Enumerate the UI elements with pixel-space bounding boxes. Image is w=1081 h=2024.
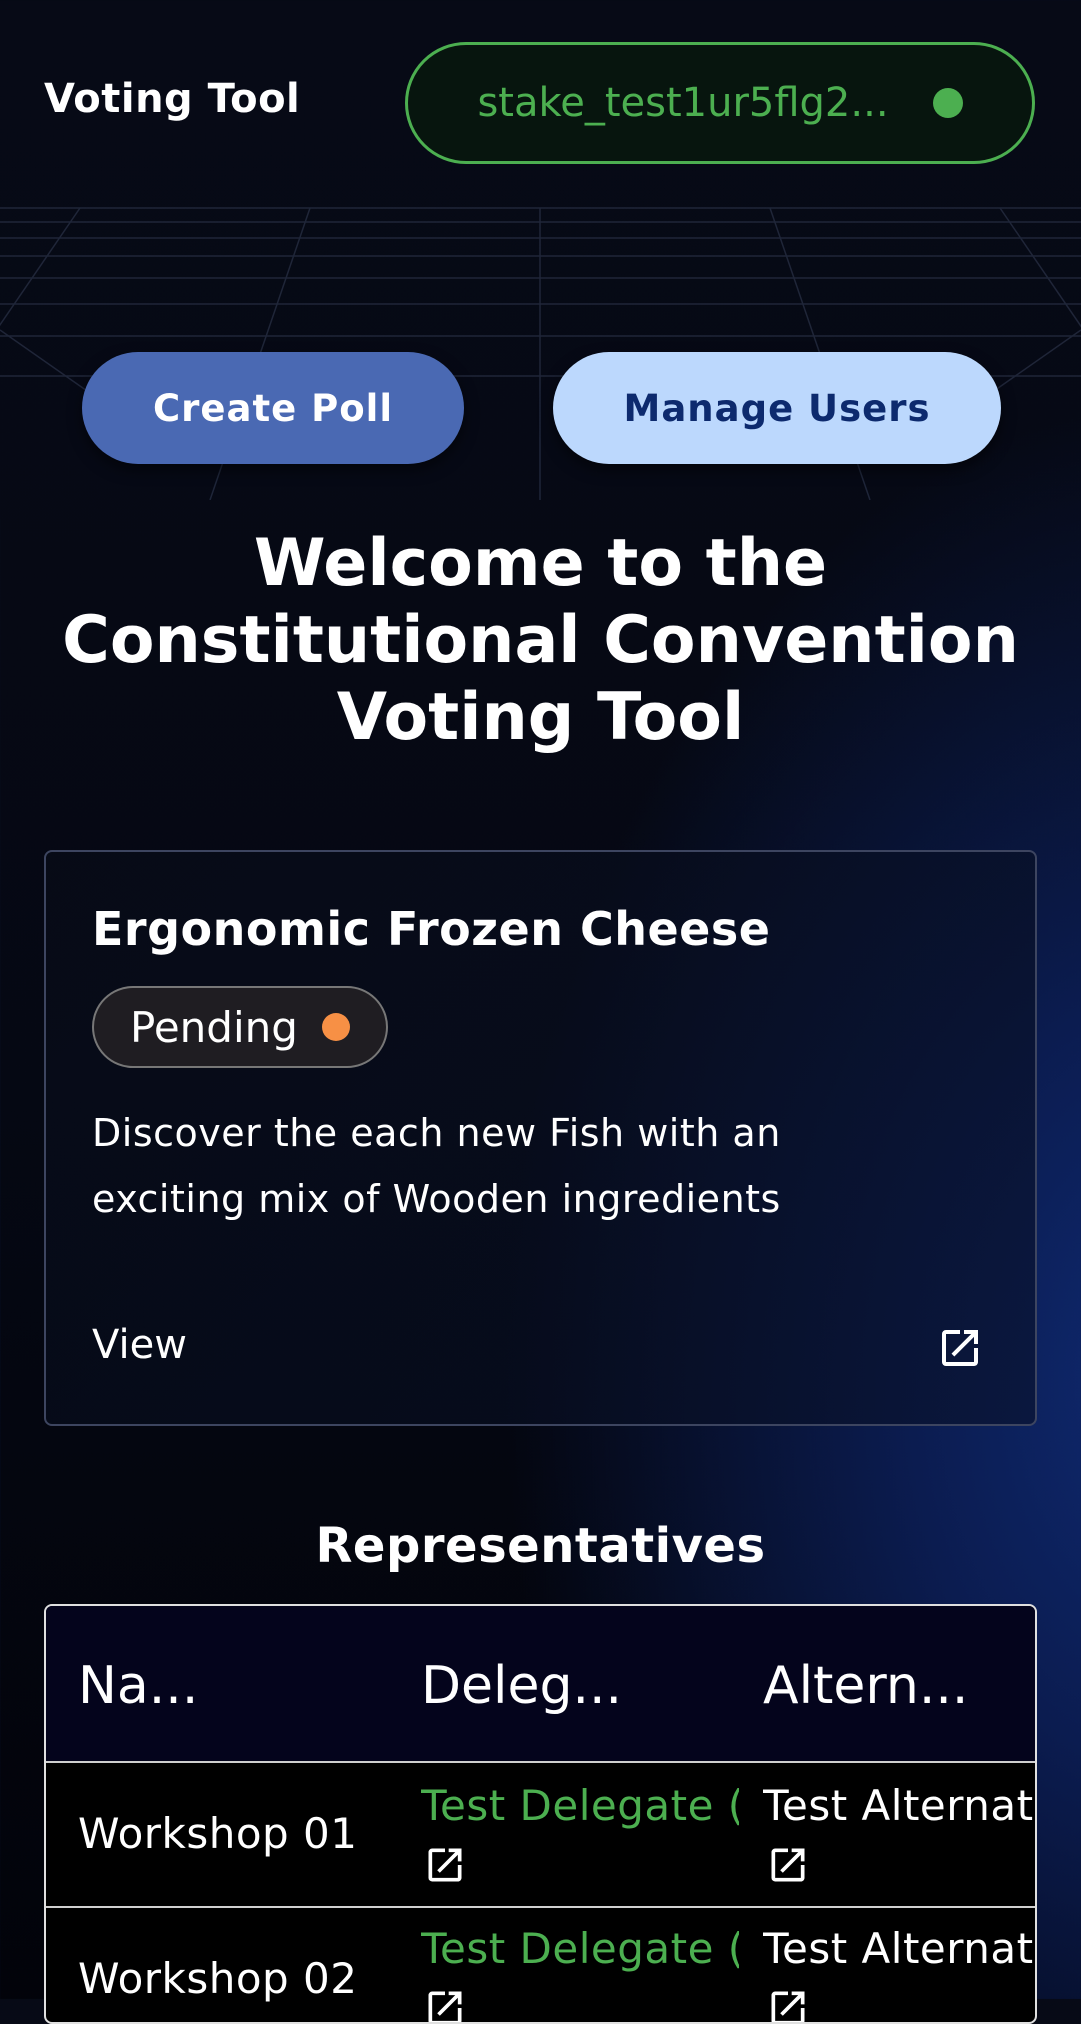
alternate-link[interactable]: Test Alternat <box>763 1781 1035 1830</box>
delegate-link[interactable]: Test Delegate ( <box>421 1781 739 1830</box>
delegate-link[interactable]: Test Delegate ( <box>421 1924 739 1973</box>
external-link-icon[interactable] <box>423 1986 467 2024</box>
row-name: Workshop 01 <box>78 1809 358 1858</box>
table-row: Workshop 01 Test Delegate ( Test Alterna… <box>46 1763 1035 1908</box>
welcome-heading: Welcome to the Constitutional Convention… <box>40 525 1041 756</box>
poll-status-label: Pending <box>130 1002 298 1052</box>
poll-card: Ergonomic Frozen Cheese Pending Discover… <box>44 850 1037 1426</box>
create-poll-button[interactable]: Create Poll <box>82 352 464 464</box>
welcome-line-1: Welcome to the <box>253 526 828 601</box>
poll-description: Discover the each new Fish with an excit… <box>92 1111 781 1221</box>
external-link-icon[interactable] <box>766 1986 810 2024</box>
column-header-name[interactable]: Na... <box>78 1656 278 1716</box>
status-dot-icon <box>321 1013 350 1041</box>
top-header: Voting Tool stake_test1ur5flg2... <box>0 0 1081 200</box>
app-title: Voting Tool <box>44 76 301 122</box>
poll-view-link[interactable]: View <box>92 1322 187 1368</box>
external-link-icon[interactable] <box>936 1324 984 1372</box>
representatives-table: Na... Deleg... Altern... Workshop 01 Tes… <box>44 1604 1037 2024</box>
column-header-alternate[interactable]: Altern... <box>763 1656 1023 1716</box>
welcome-line-3: Voting Tool <box>336 680 745 755</box>
representatives-heading: Representatives <box>315 1518 766 1574</box>
manage-users-button[interactable]: Manage Users <box>553 352 1001 464</box>
alternate-link[interactable]: Test Alternat <box>763 1924 1035 1973</box>
column-header-delegate[interactable]: Deleg... <box>421 1656 661 1716</box>
row-name: Workshop 02 <box>78 1954 358 2003</box>
welcome-line-2: Constitutional Convention <box>62 603 1019 678</box>
table-row: Workshop 02 Test Delegate ( Test Alterna… <box>46 1908 1035 2024</box>
external-link-icon[interactable] <box>423 1843 467 1887</box>
wallet-address: stake_test1ur5flg2... <box>477 80 889 126</box>
poll-title: Ergonomic Frozen Cheese <box>92 902 771 956</box>
poll-status-badge: Pending <box>92 986 388 1068</box>
table-header: Na... Deleg... Altern... <box>46 1606 1035 1763</box>
wallet-connect-button[interactable]: stake_test1ur5flg2... <box>405 42 1035 164</box>
wallet-connected-indicator <box>932 88 963 118</box>
external-link-icon[interactable] <box>766 1843 810 1887</box>
